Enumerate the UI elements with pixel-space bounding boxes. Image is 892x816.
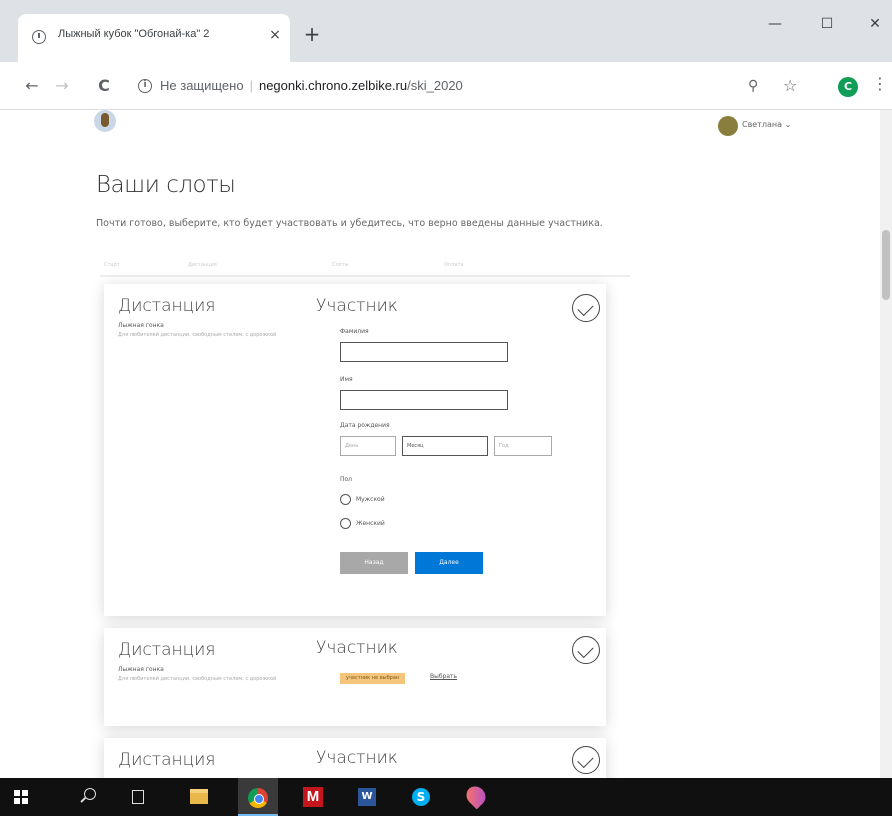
check-circle-icon xyxy=(572,636,600,664)
site-logo[interactable] xyxy=(94,110,116,132)
slot-card: Дистанция Лыжная гонка Для любителей дис… xyxy=(104,628,606,726)
info-icon[interactable]: i xyxy=(138,79,152,93)
participant-title: Участник xyxy=(316,296,398,316)
url-host: negonki.chrono.zelbike.ru xyxy=(258,78,408,93)
back-icon[interactable]: ← xyxy=(22,76,42,96)
avatar[interactable] xyxy=(718,116,738,136)
mail-m-icon[interactable]: M xyxy=(303,787,323,807)
choose-participant-link[interactable]: Выбрать xyxy=(430,673,457,680)
windows-taskbar: M W S xyxy=(0,778,892,816)
distance-name: Лыжная гонка xyxy=(118,666,164,673)
gender-female-label[interactable]: Женский xyxy=(356,520,385,527)
profile-avatar[interactable]: C xyxy=(838,77,858,97)
history-icon xyxy=(32,30,46,44)
chrome-icon[interactable] xyxy=(248,788,268,808)
gender-male-radio[interactable] xyxy=(340,494,351,505)
step-4: Оплата xyxy=(444,262,464,268)
step-1: Старт xyxy=(104,262,120,268)
maps-icon[interactable] xyxy=(462,782,490,810)
progress-line xyxy=(100,275,630,277)
new-tab-button[interactable]: + xyxy=(302,24,322,44)
participant-title: Участник xyxy=(316,638,398,658)
distance-description: Для любителей дистанции, свободным стиле… xyxy=(118,676,277,682)
browser-tab[interactable]: Лыжный кубок "Обгонай-ка" 2 × xyxy=(18,14,290,62)
slot-card: Дистанция Лыжная гонка Для любителей дис… xyxy=(104,284,606,616)
lastname-label: Фамилия xyxy=(340,328,369,335)
browser-toolbar: ← → C i Не защищено | negonki.chrono.zelbi… xyxy=(0,62,892,110)
menu-icon[interactable]: ⋮ xyxy=(872,74,888,93)
participant-title: Участник xyxy=(316,748,398,768)
url-path: /ski_2020 xyxy=(407,78,463,93)
word-icon[interactable]: W xyxy=(358,788,376,806)
zoom-icon[interactable]: ⚲ xyxy=(748,78,758,94)
gender-female-radio[interactable] xyxy=(340,518,351,529)
page-scrollbar[interactable] xyxy=(880,110,892,778)
forward-icon[interactable]: → xyxy=(52,76,72,96)
distance-title: Дистанция xyxy=(118,750,216,770)
maximize-button[interactable]: ☐ xyxy=(812,12,842,36)
page-subtitle: Почти готово, выберите, кто будет участв… xyxy=(96,218,603,229)
slot-card: Дистанция Участник xyxy=(104,738,606,778)
gender-label: Пол xyxy=(340,476,353,483)
file-explorer-icon[interactable] xyxy=(190,789,208,804)
back-button[interactable]: Назад xyxy=(340,552,408,574)
distance-name: Лыжная гонка xyxy=(118,322,164,329)
firstname-label: Имя xyxy=(340,376,353,383)
step-2: Дистанция xyxy=(188,262,217,268)
task-view-icon[interactable] xyxy=(132,790,144,804)
distance-title: Дистанция xyxy=(118,296,216,316)
progress-steps: Старт Дистанция Слоты Оплата xyxy=(100,262,630,272)
browser-titlebar: Лыжный кубок "Обгонай-ка" 2 × + — ☐ ✕ xyxy=(0,0,892,62)
reload-icon[interactable]: C xyxy=(94,76,114,96)
minimize-button[interactable]: — xyxy=(760,12,790,36)
search-icon[interactable] xyxy=(84,788,96,800)
birthdate-label: Дата рождения xyxy=(340,422,390,429)
scroll-thumb[interactable] xyxy=(882,230,890,300)
step-3: Слоты xyxy=(332,262,349,268)
security-label: Не защищено xyxy=(160,78,244,93)
skype-icon[interactable]: S xyxy=(412,788,430,806)
page-title: Ваши слоты xyxy=(96,172,236,198)
distance-description: Для любителей дистанции, свободным стиле… xyxy=(118,332,277,338)
windows-start-icon[interactable] xyxy=(14,790,28,804)
page-viewport: Светлана ⌄ Ваши слоты Почти готово, выбе… xyxy=(0,110,880,778)
birth-day-field[interactable]: День xyxy=(340,436,396,456)
distance-title: Дистанция xyxy=(118,640,216,660)
tab-title: Лыжный кубок "Обгонай-ка" 2 xyxy=(58,28,210,40)
lastname-field[interactable] xyxy=(340,342,508,362)
user-menu[interactable]: Светлана ⌄ xyxy=(742,120,791,129)
birth-month-select[interactable]: Месяц xyxy=(402,436,488,456)
birth-year-field[interactable]: Год xyxy=(494,436,552,456)
url-text[interactable]: Не защищено | negonki.chrono.zelbike.ru/sk… xyxy=(160,78,463,93)
check-circle-icon xyxy=(572,746,600,774)
star-icon[interactable]: ☆ xyxy=(783,76,797,95)
close-window-button[interactable]: ✕ xyxy=(860,12,890,36)
gender-male-label[interactable]: Мужской xyxy=(356,496,385,503)
tab-close-button[interactable]: × xyxy=(266,26,284,44)
next-button[interactable]: Далее xyxy=(415,552,483,574)
check-circle-icon xyxy=(572,294,600,322)
firstname-field[interactable] xyxy=(340,390,508,410)
address-bar[interactable]: i Не защищено | negonki.chrono.zelbike.ru/… xyxy=(128,70,808,102)
status-badge: участник не выбран xyxy=(340,673,406,684)
